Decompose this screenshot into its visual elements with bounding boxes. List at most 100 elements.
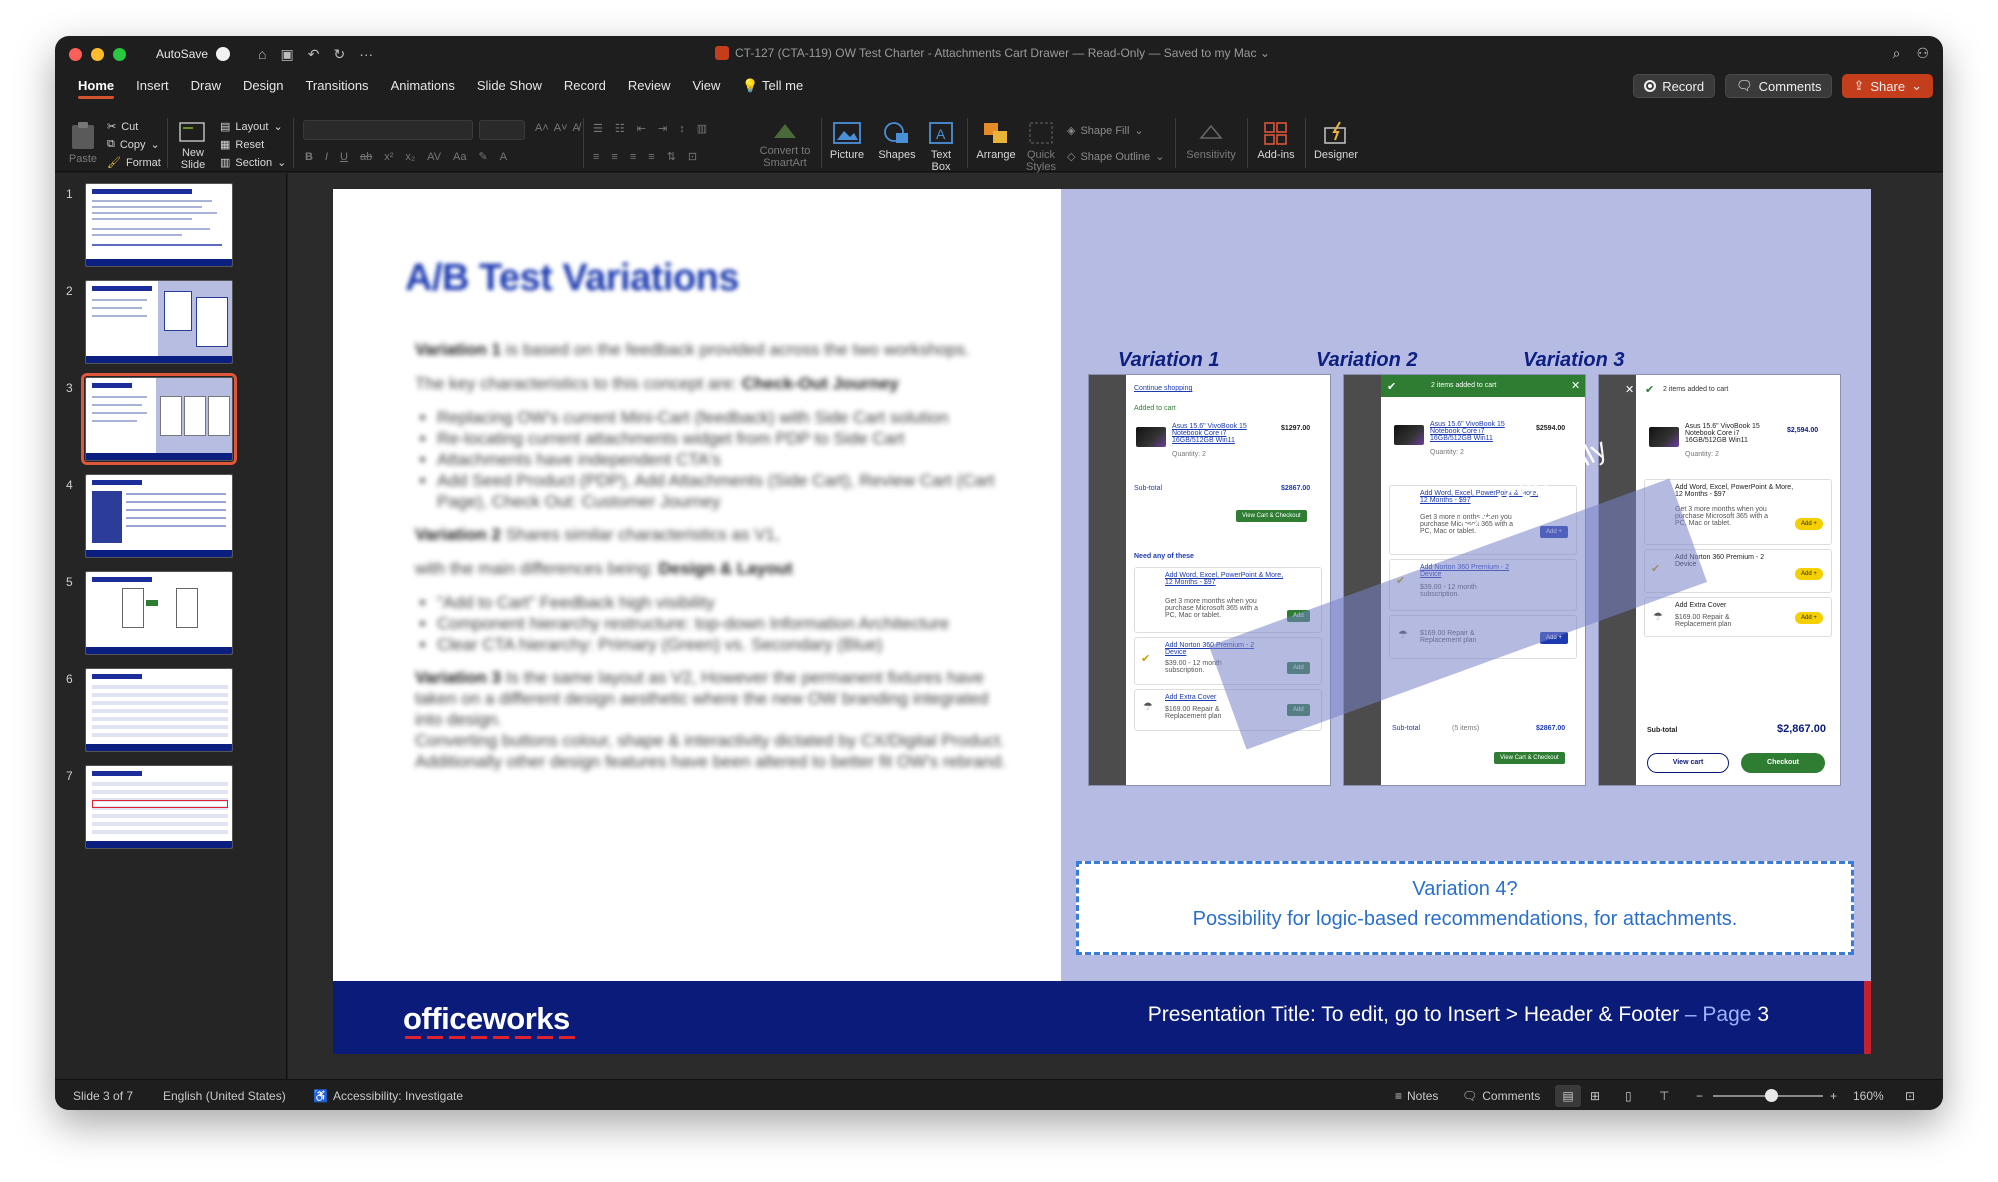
- sensitivity-button[interactable]: Sensitivity: [1181, 120, 1241, 161]
- slide-3[interactable]: A/B Test Variations Variation 1 is based…: [333, 189, 1871, 1054]
- layout-button[interactable]: ▤ Layout ⌄: [220, 120, 283, 134]
- save-icon[interactable]: ▣: [281, 46, 294, 63]
- change-case-icon[interactable]: Aa: [453, 151, 466, 163]
- designer-button[interactable]: Designer: [1311, 120, 1361, 161]
- home-icon[interactable]: ⌂: [258, 46, 266, 63]
- font-color-icon[interactable]: A: [500, 151, 507, 163]
- tab-insert[interactable]: Insert: [125, 72, 180, 100]
- status-comments-button[interactable]: 🗨 Comments: [1462, 1089, 1540, 1103]
- line-spacing-icon[interactable]: ↕: [679, 123, 685, 135]
- align-center-icon[interactable]: ≡: [611, 151, 617, 163]
- slide-body-text[interactable]: Variation 1 is based on the feedback pro…: [415, 339, 1015, 785]
- quick-styles-button[interactable]: Quick Styles: [1021, 120, 1061, 173]
- undo-icon[interactable]: ↶: [308, 46, 320, 63]
- thumbnail-title: [92, 383, 132, 388]
- list-item: "Add to Cart" Feedback high visibility: [437, 592, 1015, 613]
- text-box-button[interactable]: A Text Box: [923, 120, 959, 173]
- indent-decrease-icon[interactable]: ⇤: [637, 122, 646, 135]
- more-icon[interactable]: ···: [359, 46, 373, 63]
- zoom-out-button[interactable]: −: [1696, 1089, 1703, 1103]
- tab-slide-show[interactable]: Slide Show: [466, 72, 553, 100]
- slide-canvas[interactable]: A/B Test Variations Variation 1 is based…: [288, 173, 1943, 1079]
- convert-smartart-button[interactable]: Convert to SmartArt: [755, 120, 815, 169]
- shapes-button[interactable]: Shapes: [875, 120, 919, 161]
- section-button[interactable]: ▥ Section ⌄: [220, 156, 287, 170]
- add-ins-button[interactable]: Add-ins: [1253, 120, 1299, 161]
- align-left-icon[interactable]: ≡: [593, 151, 599, 163]
- bullets-icon[interactable]: ☰: [593, 122, 603, 135]
- comments-button[interactable]: 🗨 Comments: [1725, 74, 1833, 98]
- accessibility-button[interactable]: ♿ Accessibility: Investigate: [313, 1089, 463, 1103]
- highlight-icon[interactable]: ✎: [479, 150, 488, 163]
- underline-icon[interactable]: U: [340, 151, 348, 163]
- strikethrough-icon[interactable]: ab: [360, 151, 372, 163]
- search-icon[interactable]: ⌕: [1893, 45, 1901, 62]
- slide-sorter-button[interactable]: ⊞: [1590, 1089, 1600, 1103]
- account-icon[interactable]: ⚇: [1916, 45, 1929, 62]
- tab-animations[interactable]: Animations: [380, 72, 466, 100]
- shape-outline-button[interactable]: ◇ Shape Outline ⌄: [1067, 150, 1164, 164]
- minimize-window-button[interactable]: [91, 47, 104, 61]
- slideshow-button[interactable]: ⊤: [1659, 1089, 1669, 1103]
- reading-view-button[interactable]: ▯: [1625, 1089, 1632, 1103]
- decrease-font-icon[interactable]: A˅: [554, 122, 568, 134]
- tab-view[interactable]: View: [681, 72, 731, 100]
- autosave-toggle[interactable]: AutoSave: [156, 47, 231, 61]
- new-slide-button[interactable]: New Slide: [173, 120, 213, 171]
- numbering-icon[interactable]: ☷: [615, 122, 625, 135]
- add-ins-icon: [1264, 122, 1287, 145]
- spacing-icon[interactable]: AV: [427, 151, 441, 163]
- variation-1-heading[interactable]: Variation 1: [1118, 349, 1220, 372]
- variation-3-heading[interactable]: Variation 3: [1523, 349, 1625, 372]
- thumbnail-number: 6: [66, 672, 73, 686]
- thumbnail-block: [176, 588, 198, 628]
- zoom-in-button[interactable]: +: [1830, 1089, 1837, 1103]
- variation-2-heading[interactable]: Variation 2: [1316, 349, 1418, 372]
- zoom-level[interactable]: 160%: [1853, 1089, 1884, 1103]
- font-family-select[interactable]: [303, 120, 473, 140]
- paste-label: Paste: [68, 153, 98, 165]
- share-button[interactable]: ⇪ Share ⌄: [1842, 74, 1933, 98]
- tab-review[interactable]: Review: [617, 72, 682, 100]
- cut-button[interactable]: ✂ Cut: [107, 120, 138, 134]
- reset-button[interactable]: ▦ Reset: [220, 138, 264, 152]
- language-indicator[interactable]: English (United States): [163, 1089, 286, 1103]
- paste-button[interactable]: Paste: [65, 120, 101, 165]
- tab-transitions[interactable]: Transitions: [294, 72, 379, 100]
- tab-draw[interactable]: Draw: [180, 72, 232, 100]
- slide-title[interactable]: A/B Test Variations: [405, 257, 740, 300]
- picture-button[interactable]: Picture: [825, 120, 869, 161]
- chevron-down-icon: ⌄: [277, 157, 287, 169]
- tab-home[interactable]: Home: [67, 72, 125, 100]
- italic-icon[interactable]: I: [325, 151, 328, 163]
- bold-icon[interactable]: B: [305, 151, 313, 163]
- arrange-button[interactable]: Arrange: [973, 120, 1019, 161]
- shape-fill-button[interactable]: ◈ Shape Fill ⌄: [1067, 124, 1144, 138]
- subscript-icon[interactable]: x₂: [405, 151, 415, 163]
- zoom-slider-thumb[interactable]: [1765, 1089, 1778, 1102]
- copy-button[interactable]: ⧉ Copy ⌄: [107, 138, 160, 151]
- record-button[interactable]: Record: [1633, 74, 1716, 98]
- superscript-icon[interactable]: x²: [384, 151, 393, 163]
- align-right-icon[interactable]: ≡: [630, 151, 636, 163]
- fit-slide-button[interactable]: ⊡: [1905, 1089, 1915, 1103]
- variation-4-callout[interactable]: Variation 4? Possibility for logic-based…: [1076, 861, 1854, 955]
- normal-view-button[interactable]: ▤: [1555, 1085, 1581, 1107]
- indent-increase-icon[interactable]: ⇥: [658, 122, 667, 135]
- tab-tell-me[interactable]: 💡 Tell me: [731, 72, 814, 100]
- justify-icon[interactable]: ≡: [648, 151, 654, 163]
- zoom-window-button[interactable]: [113, 47, 126, 61]
- align-text-icon[interactable]: ⊡: [688, 150, 697, 163]
- close-window-button[interactable]: [69, 47, 82, 61]
- clear-format-icon[interactable]: A̸: [573, 122, 580, 134]
- format-painter-button[interactable]: 🖌 Format: [107, 156, 161, 170]
- redo-icon[interactable]: ↻: [333, 46, 345, 63]
- increase-font-icon[interactable]: A˄: [535, 122, 549, 134]
- text-direction-icon[interactable]: ⇅: [667, 150, 676, 163]
- columns-icon[interactable]: ▥: [697, 122, 707, 135]
- notes-button[interactable]: ≡ Notes: [1395, 1089, 1438, 1103]
- tab-record[interactable]: Record: [553, 72, 617, 100]
- font-size-select[interactable]: [479, 120, 525, 140]
- tab-design[interactable]: Design: [232, 72, 294, 100]
- footer-title[interactable]: Presentation Title: To edit, go to Inser…: [1148, 1003, 1769, 1027]
